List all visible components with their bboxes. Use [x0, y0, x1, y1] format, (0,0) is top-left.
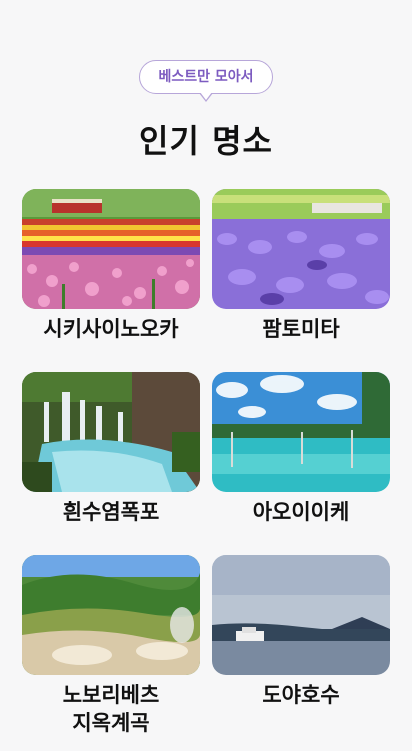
- section-title: 인기 명소: [139, 122, 273, 160]
- place-card-noboribetsu-jigokudani[interactable]: 노보리베츠 지옥계곡: [22, 555, 200, 737]
- place-card-aoiike[interactable]: 아오이이케: [212, 372, 390, 555]
- place-name: 아오이이케: [252, 500, 350, 524]
- place-photo: [22, 189, 200, 309]
- place-name: 흰수염폭포: [62, 500, 160, 524]
- place-card-farm-tomita[interactable]: 팜토미타: [212, 189, 390, 372]
- waterfall-image: [22, 372, 200, 492]
- place-name: 팜토미타: [262, 317, 340, 341]
- place-photo: [212, 189, 390, 309]
- blue-pond-image: [212, 372, 390, 492]
- hell-valley-image: [22, 555, 200, 675]
- place-name: 노보리베츠 지옥계곡: [63, 681, 160, 737]
- badge-wrap: 베스트만 모아서: [0, 60, 412, 94]
- place-photo: [212, 555, 390, 675]
- place-card-lake-toya[interactable]: 도야호수: [212, 555, 390, 737]
- flower-field-image: [22, 189, 200, 309]
- place-card-white-beard-falls[interactable]: 흰수염폭포: [22, 372, 200, 555]
- place-photo: [22, 555, 200, 675]
- place-name-line2: 지옥계곡: [72, 711, 150, 735]
- place-name: 도야호수: [262, 683, 340, 707]
- place-card-shikisainooka[interactable]: 시키사이노오카: [22, 189, 200, 372]
- place-name-line1: 노보리베츠: [62, 683, 160, 707]
- section-badge: 베스트만 모아서: [139, 60, 273, 94]
- place-photo: [22, 372, 200, 492]
- lavender-field-image: [212, 189, 390, 309]
- place-name: 시키사이노오카: [43, 317, 179, 341]
- place-photo: [212, 372, 390, 492]
- places-grid: 시키사이노오카 팜토미타 흰수염폭포 아오이이케 노보리베츠 지옥계곡 도야호수: [22, 189, 390, 737]
- lake-image: [212, 555, 390, 675]
